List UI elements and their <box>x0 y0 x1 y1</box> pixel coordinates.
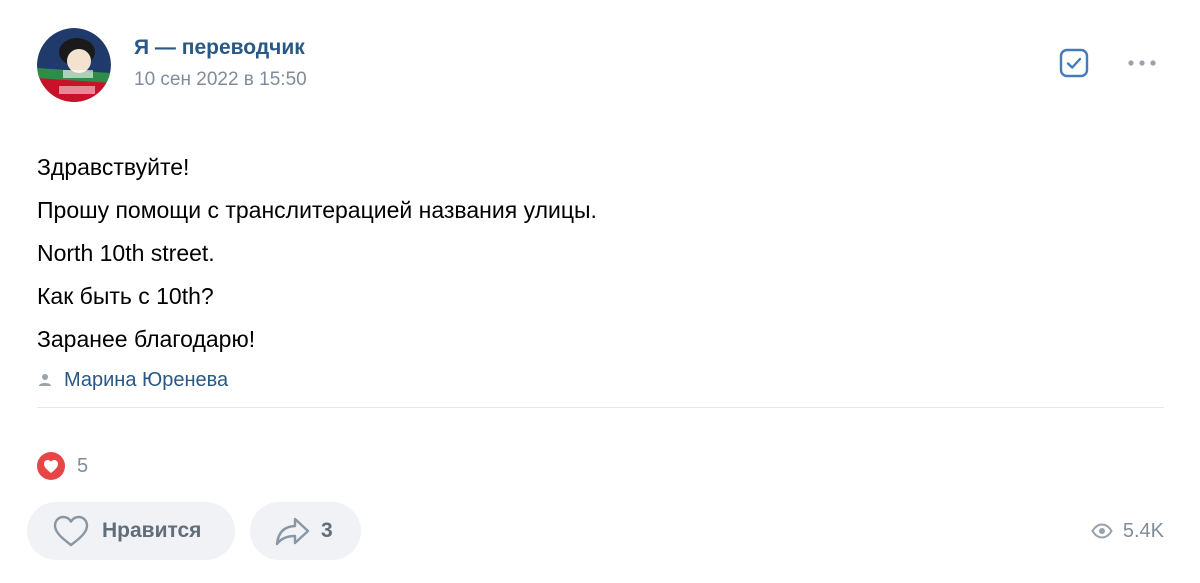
views-counter: 5.4K <box>1091 517 1164 545</box>
author-name[interactable]: Я — переводчик <box>134 35 305 61</box>
user-icon <box>37 372 53 388</box>
more-horizontal-icon[interactable] <box>1126 52 1158 74</box>
checkbox-checked-icon[interactable] <box>1059 48 1089 78</box>
post-text-line: Прошу помощи с транслитерацией названия … <box>37 197 597 223</box>
post-text-line: North 10th street. <box>37 240 215 266</box>
heart-reaction-icon <box>37 452 65 480</box>
post-signer[interactable]: Марина Юренева <box>37 367 228 393</box>
post-text-line: Как быть с 10th? <box>37 283 214 309</box>
post-text: Здравствуйте! Прошу помощи с транслитера… <box>37 146 597 361</box>
eye-icon <box>1091 523 1113 539</box>
heart-outline-icon <box>52 514 90 548</box>
reactions-summary[interactable]: 5 <box>37 452 88 480</box>
post-text-line: Здравствуйте! <box>37 154 190 180</box>
reaction-count: 5 <box>77 454 89 477</box>
post-card: Я — переводчик 10 сен 2022 в 15:50 Здрав… <box>0 0 1200 583</box>
share-button[interactable]: 3 <box>250 502 361 560</box>
like-button[interactable]: Нравится <box>27 502 235 560</box>
post-date[interactable]: 10 сен 2022 в 15:50 <box>134 68 307 92</box>
community-avatar-icon[interactable] <box>37 28 111 102</box>
like-label: Нравится <box>102 519 202 542</box>
post-text-line: Заранее благодарю! <box>37 326 256 352</box>
view-count: 5.4K <box>1122 519 1164 542</box>
share-arrow-icon <box>274 514 312 548</box>
share-count: 3 <box>321 519 333 542</box>
signer-name[interactable]: Марина Юренева <box>64 367 228 393</box>
divider <box>37 407 1164 408</box>
